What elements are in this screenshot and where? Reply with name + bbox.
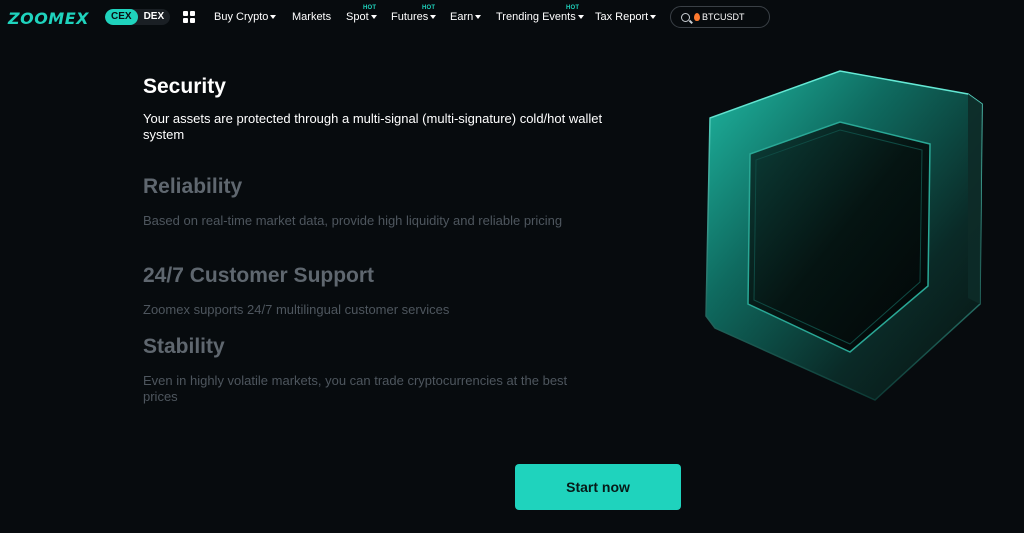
zoomex-logo[interactable]: ZOOMEX bbox=[8, 9, 89, 28]
nav-buy-crypto[interactable]: Buy Crypto bbox=[214, 11, 277, 23]
feature-description: Even in highly volatile markets, you can… bbox=[143, 373, 568, 404]
feature-description: Your assets are protected through a mult… bbox=[143, 111, 603, 142]
feature-reliability[interactable]: Reliability Based on real-time market da… bbox=[143, 175, 603, 229]
nav-spot[interactable]: Spot bbox=[346, 11, 377, 23]
chevron-down-icon bbox=[577, 15, 584, 20]
mode-dex-button[interactable]: DEX bbox=[138, 9, 171, 25]
nav-markets[interactable]: Markets bbox=[292, 11, 331, 23]
nav-label: Markets bbox=[292, 11, 332, 23]
chevron-down-icon bbox=[430, 15, 437, 20]
search-value: BTCUSDT bbox=[702, 12, 745, 22]
chevron-down-icon bbox=[270, 15, 277, 20]
nav-label: Earn bbox=[450, 11, 474, 23]
nav-label: Spot bbox=[346, 11, 369, 23]
chevron-down-icon bbox=[650, 15, 657, 20]
apps-grid-icon[interactable] bbox=[183, 11, 195, 23]
feature-title: 24/7 Customer Support bbox=[143, 264, 375, 287]
cex-dex-switch[interactable]: CEX DEX bbox=[105, 9, 171, 25]
feature-customer-support[interactable]: 24/7 Customer Support Zoomex supports 24… bbox=[143, 264, 603, 318]
fire-icon bbox=[694, 13, 700, 21]
nav-label: Buy Crypto bbox=[214, 11, 269, 23]
feature-security[interactable]: Security Your assets are protected throu… bbox=[143, 75, 603, 143]
feature-stability[interactable]: Stability Even in highly volatile market… bbox=[143, 335, 603, 405]
nav-label: Trending Events bbox=[496, 11, 576, 23]
search-icon bbox=[681, 12, 690, 22]
feature-title: Stability bbox=[143, 335, 225, 358]
nav-earn[interactable]: Earn bbox=[450, 11, 482, 23]
search-input[interactable]: BTCUSDT bbox=[670, 6, 770, 28]
feature-description: Based on real-time market data, provide … bbox=[143, 213, 563, 228]
chevron-down-icon bbox=[475, 15, 482, 20]
nav-futures[interactable]: Futures bbox=[391, 11, 437, 23]
chevron-down-icon bbox=[370, 15, 377, 20]
feature-title: Reliability bbox=[143, 175, 243, 198]
feature-title: Security bbox=[143, 75, 226, 98]
mode-cex-button[interactable]: CEX bbox=[105, 9, 138, 25]
top-nav-bar: ZOOMEX CEX DEX Buy Crypto Markets HOT Sp… bbox=[0, 0, 1024, 34]
shield-illustration bbox=[705, 70, 983, 401]
feature-description: Zoomex supports 24/7 multilingual custom… bbox=[143, 302, 450, 317]
nav-label: Futures bbox=[391, 11, 429, 23]
nav-trending-events[interactable]: Trending Events bbox=[496, 11, 584, 23]
nav-label: Tax Report bbox=[595, 11, 649, 23]
start-now-button[interactable]: Start now bbox=[515, 464, 681, 510]
nav-tax-report[interactable]: Tax Report bbox=[595, 11, 657, 23]
